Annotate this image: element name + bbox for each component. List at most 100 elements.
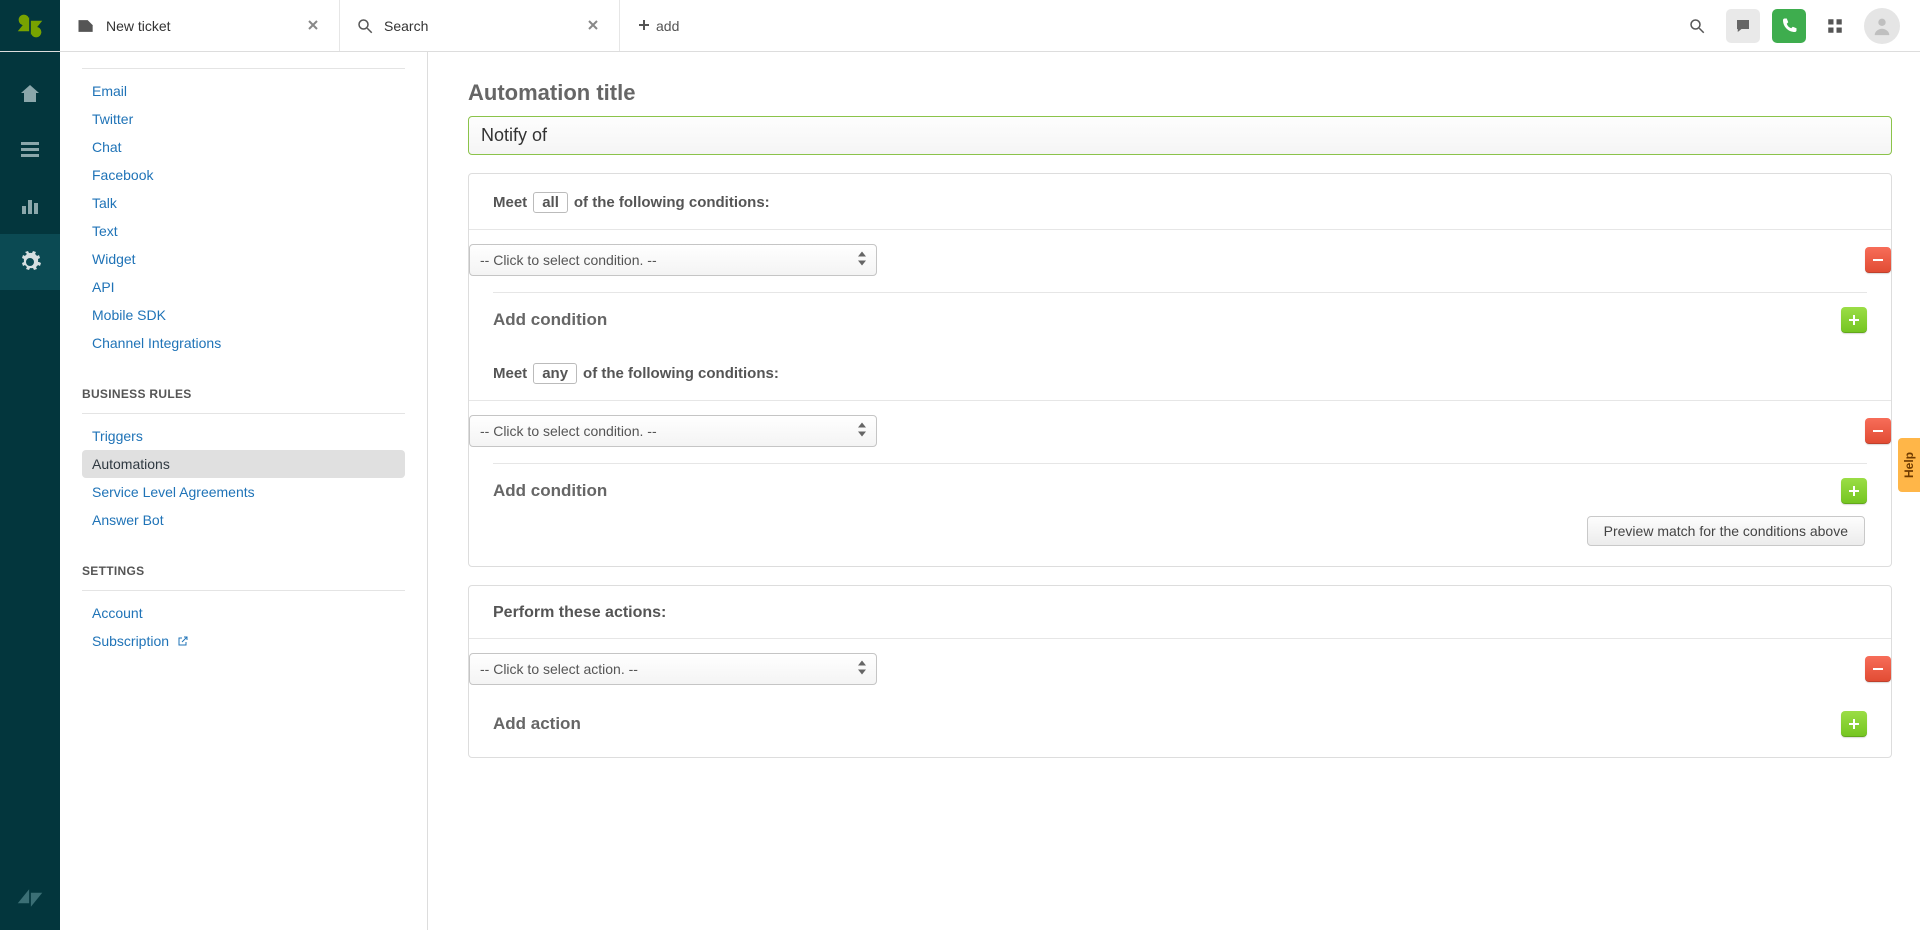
add-condition-button[interactable] <box>1841 307 1867 333</box>
sidebar-item-answer-bot[interactable]: Answer Bot <box>82 506 405 534</box>
admin-sidebar[interactable]: Email Twitter Chat Facebook Talk Text Wi… <box>60 52 428 930</box>
divider: -- Click to select action. -- <box>469 638 1891 685</box>
add-condition-button[interactable] <box>1841 478 1867 504</box>
divider <box>82 68 405 69</box>
automation-title-label: Automation title <box>468 80 1892 106</box>
zendesk-logo-icon <box>16 12 44 40</box>
plus-icon <box>1847 717 1861 731</box>
home-icon <box>18 82 42 106</box>
help-tab-label: Help <box>1902 452 1916 478</box>
plus-icon <box>638 18 650 34</box>
sidebar-item-talk[interactable]: Talk <box>82 189 405 217</box>
user-avatar[interactable] <box>1864 8 1900 44</box>
tab-new-ticket[interactable]: New ticket <box>60 0 340 51</box>
add-condition-label: Add condition <box>493 310 607 330</box>
zendesk-z-icon <box>16 884 44 912</box>
condition-row: -- Click to select condition. -- <box>469 415 1891 447</box>
add-condition-label: Add condition <box>493 481 607 501</box>
sidebar-item-label: Subscription <box>92 633 169 649</box>
header-search-button[interactable] <box>1680 9 1714 43</box>
brand-logo-cell <box>0 0 60 51</box>
sidebar-item-widget[interactable]: Widget <box>82 245 405 273</box>
sidebar-section-business-rules: BUSINESS RULES <box>82 387 405 401</box>
meet-pre: Meet <box>493 194 527 211</box>
app-body: Email Twitter Chat Facebook Talk Text Wi… <box>0 52 1920 930</box>
phone-icon <box>1780 17 1798 35</box>
header-apps-button[interactable] <box>1818 9 1852 43</box>
person-icon <box>1871 15 1893 37</box>
add-action-button[interactable] <box>1841 711 1867 737</box>
sidebar-item-facebook[interactable]: Facebook <box>82 161 405 189</box>
sidebar-item-channel-integrations[interactable]: Channel Integrations <box>82 329 405 357</box>
help-tab[interactable]: Help <box>1898 438 1920 492</box>
header-tabs: New ticket Search add <box>60 0 1680 51</box>
conditions-all-heading: Meet all of the following conditions: <box>493 192 1867 213</box>
meet-post: of the following conditions: <box>583 365 779 382</box>
tab-label: Search <box>384 18 573 34</box>
rail-reports[interactable] <box>0 178 60 234</box>
app-header: New ticket Search add <box>0 0 1920 52</box>
main-content[interactable]: Automation title Meet all of the followi… <box>428 52 1920 930</box>
sidebar-item-email[interactable]: Email <box>82 77 405 105</box>
rail-admin[interactable] <box>0 234 60 290</box>
sidebar-item-subscription[interactable]: Subscription <box>82 627 405 656</box>
apps-grid-icon <box>1826 17 1844 35</box>
remove-condition-button[interactable] <box>1865 247 1891 273</box>
close-icon[interactable] <box>303 14 323 38</box>
action-row: -- Click to select action. -- <box>469 653 1891 685</box>
condition-select-wrapper: -- Click to select condition. -- <box>469 244 877 276</box>
sidebar-item-triggers[interactable]: Triggers <box>82 422 405 450</box>
divider <box>82 413 405 414</box>
sidebar-item-twitter[interactable]: Twitter <box>82 105 405 133</box>
meet-pre: Meet <box>493 365 527 382</box>
sidebar-item-account[interactable]: Account <box>82 599 405 627</box>
close-icon[interactable] <box>583 14 603 38</box>
plus-icon <box>1847 484 1861 498</box>
add-tab-button[interactable]: add <box>620 0 697 51</box>
condition-select[interactable]: -- Click to select condition. -- <box>469 244 877 276</box>
automation-title-input[interactable] <box>468 116 1892 155</box>
action-select[interactable]: -- Click to select action. -- <box>469 653 877 685</box>
header-phone-button[interactable] <box>1772 9 1806 43</box>
add-action-row: Add action <box>493 701 1867 737</box>
actions-heading: Perform these actions: <box>493 604 1867 622</box>
ticket-icon <box>76 16 96 36</box>
header-chat-button[interactable] <box>1726 9 1760 43</box>
divider <box>82 590 405 591</box>
sidebar-item-automations[interactable]: Automations <box>82 450 405 478</box>
sidebar-item-mobile-sdk[interactable]: Mobile SDK <box>82 301 405 329</box>
sidebar-item-api[interactable]: API <box>82 273 405 301</box>
divider: -- Click to select condition. -- <box>469 400 1891 447</box>
minus-icon <box>1871 662 1885 676</box>
rail-views[interactable] <box>0 122 60 178</box>
add-tab-label: add <box>656 18 679 34</box>
remove-action-button[interactable] <box>1865 656 1891 682</box>
remove-condition-button[interactable] <box>1865 418 1891 444</box>
sidebar-item-chat[interactable]: Chat <box>82 133 405 161</box>
meet-post: of the following conditions: <box>574 194 770 211</box>
condition-select[interactable]: -- Click to select condition. -- <box>469 415 877 447</box>
plus-icon <box>1847 313 1861 327</box>
header-actions <box>1680 0 1920 51</box>
add-condition-any-row: Add condition <box>493 463 1867 504</box>
add-condition-all-row: Add condition <box>493 292 1867 333</box>
preview-row: Preview match for the conditions above <box>495 516 1865 546</box>
conditions-panel: Meet all of the following conditions: --… <box>468 173 1892 567</box>
tab-search[interactable]: Search <box>340 0 620 51</box>
sidebar-section-settings: SETTINGS <box>82 564 405 578</box>
chart-icon <box>18 194 42 218</box>
qualifier-all: all <box>533 192 568 213</box>
rail-home[interactable] <box>0 66 60 122</box>
external-link-icon <box>177 634 189 650</box>
sidebar-item-sla[interactable]: Service Level Agreements <box>82 478 405 506</box>
add-action-label: Add action <box>493 714 581 734</box>
search-icon <box>1688 17 1706 35</box>
actions-panel: Perform these actions: -- Click to selec… <box>468 585 1892 758</box>
sidebar-item-text[interactable]: Text <box>82 217 405 245</box>
qualifier-any: any <box>533 363 577 384</box>
minus-icon <box>1871 424 1885 438</box>
preview-conditions-button[interactable]: Preview match for the conditions above <box>1587 516 1865 546</box>
action-select-wrapper: -- Click to select action. -- <box>469 653 877 685</box>
condition-select-wrapper: -- Click to select condition. -- <box>469 415 877 447</box>
minus-icon <box>1871 253 1885 267</box>
